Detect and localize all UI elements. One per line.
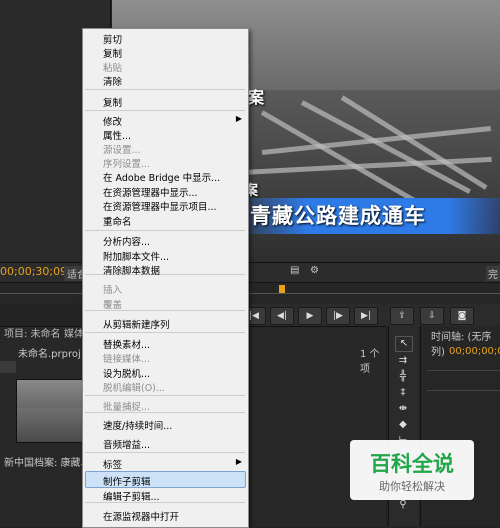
watermark-title: 百科全说 — [370, 452, 454, 476]
tab-project[interactable]: 项目: 未命名 — [0, 327, 65, 343]
ripple-edit-icon[interactable]: ╬ — [395, 370, 411, 384]
menu-separator — [85, 89, 245, 90]
ruler-line — [0, 293, 500, 294]
selection-tool-icon[interactable]: ↖ — [395, 336, 413, 352]
menu-separator — [85, 395, 245, 396]
zoom-icon[interactable]: ⚲ — [395, 498, 411, 512]
menu-item-audio-gain[interactable]: 音频增益... — [103, 437, 150, 451]
video-subtitle: 青藏公路建成通车 — [250, 204, 426, 228]
menu-item-source-settings: 源设置... — [103, 145, 141, 156]
menu-item-edit-offline: 脱机编辑(O)... — [103, 383, 165, 394]
menu-item-edit-subclip[interactable]: 编辑子剪辑... — [103, 489, 160, 503]
submenu-arrow-icon: ▶ — [235, 114, 242, 123]
menu-separator — [85, 230, 245, 231]
menu-separator — [85, 452, 245, 453]
menu-item-batch-capture: 批量捕捉... — [103, 402, 151, 413]
video-caption-top: 案 — [248, 88, 265, 107]
timeline-track-divider — [427, 370, 500, 371]
rolling-edit-icon[interactable]: ‡ — [395, 386, 411, 400]
menu-item-reveal-project[interactable]: 在资源管理器中显示项目... — [103, 199, 217, 213]
transport-controls: |◀ ◀| ▶ |▶ ▶| ⇪ ⇩ ◙ — [240, 304, 500, 326]
playhead-icon[interactable] — [279, 285, 285, 293]
menu-item-make-offline[interactable]: 设为脱机... — [103, 366, 150, 380]
watermark-subtitle: 助你轻松解决 — [379, 480, 445, 493]
menu-item-overwrite: 覆盖 — [103, 300, 123, 311]
clip-thumbnail[interactable] — [16, 379, 84, 443]
time-ruler[interactable] — [0, 282, 500, 305]
menu-item-rename[interactable]: 重命名 — [103, 214, 132, 228]
search-icon[interactable] — [0, 361, 16, 373]
timeline-timecode[interactable]: 00;00;00;00 — [449, 346, 500, 357]
menu-separator — [85, 110, 245, 111]
menu-item-reveal-explorer[interactable]: 在资源管理器中显示... — [103, 185, 198, 199]
fit-dropdown-program[interactable]: 完 — [486, 266, 500, 281]
watermark-logo: 百科全说 助你轻松解决 — [350, 440, 474, 500]
monitor-control-bar: 00;00;30;09 适合 ▤ ⚙ 完 — [0, 262, 500, 283]
camera-icon[interactable]: ◙ — [450, 307, 474, 325]
menu-separator — [85, 332, 245, 333]
menu-item-modify[interactable]: 修改 — [103, 114, 122, 128]
source-timecode[interactable]: 00;00;30;09 — [0, 265, 67, 278]
extract-icon[interactable]: ⇩ — [420, 307, 444, 325]
thumbnail-ground — [17, 408, 83, 442]
menu-item-cut[interactable]: 剪切 — [103, 32, 122, 46]
item-count: 1 个项 — [360, 349, 380, 375]
context-menu: 剪切 复制 粘贴 清除 复制 修改 ▶ 属性... 源设置... 序列设置...… — [82, 28, 249, 528]
menu-item-speed-duration[interactable]: 速度/持续时间... — [103, 418, 172, 432]
menu-item-copy[interactable]: 复制 — [103, 46, 122, 60]
lift-icon[interactable]: ⇪ — [390, 307, 414, 325]
timeline-track-divider — [427, 390, 500, 391]
track-select-icon[interactable]: ⇉ — [395, 354, 411, 368]
project-file-name: 未命名.prproj — [18, 349, 81, 360]
menu-item-paste: 粘贴 — [103, 63, 123, 74]
menu-item-replace-footage[interactable]: 替换素材... — [103, 337, 150, 351]
menu-item-clear-script[interactable]: 清除脚本数据 — [103, 263, 160, 277]
settings-icon[interactable]: ⚙ — [310, 265, 319, 276]
go-back-icon[interactable]: ◀| — [270, 307, 294, 325]
menu-item-new-sequence[interactable]: 从剪辑新建序列 — [103, 317, 170, 331]
menu-item-sequence-settings: 序列设置... — [103, 159, 151, 170]
menu-item-analyze[interactable]: 分析内容... — [103, 234, 150, 248]
submenu-arrow-icon: ▶ — [235, 457, 242, 466]
razor-icon[interactable]: ◆ — [395, 418, 411, 432]
menu-item-insert: 插入 — [103, 285, 123, 296]
step-forward-icon[interactable]: |▶ — [326, 307, 350, 325]
menu-item-properties[interactable]: 属性... — [103, 128, 131, 142]
menu-item-make-subclip[interactable]: 制作子剪辑 — [103, 474, 151, 488]
menu-item-open-source[interactable]: 在源监视器中打开 — [103, 509, 179, 523]
go-forward-icon[interactable]: ▶| — [354, 307, 378, 325]
menu-item-label[interactable]: 标签 — [103, 457, 122, 471]
menu-item-reveal-bridge[interactable]: 在 Adobe Bridge 中显示... — [103, 170, 220, 184]
menu-item-duplicate[interactable]: 复制 — [103, 95, 122, 109]
play-icon[interactable]: ▶ — [298, 307, 322, 325]
menu-item-attach-script[interactable]: 附加脚本文件... — [103, 249, 169, 263]
rate-stretch-icon[interactable]: ⇼ — [395, 402, 411, 416]
menu-item-link-media: 链接媒体... — [103, 354, 151, 365]
export-frame-icon[interactable]: ▤ — [290, 265, 299, 276]
menu-item-clear[interactable]: 清除 — [103, 74, 122, 88]
